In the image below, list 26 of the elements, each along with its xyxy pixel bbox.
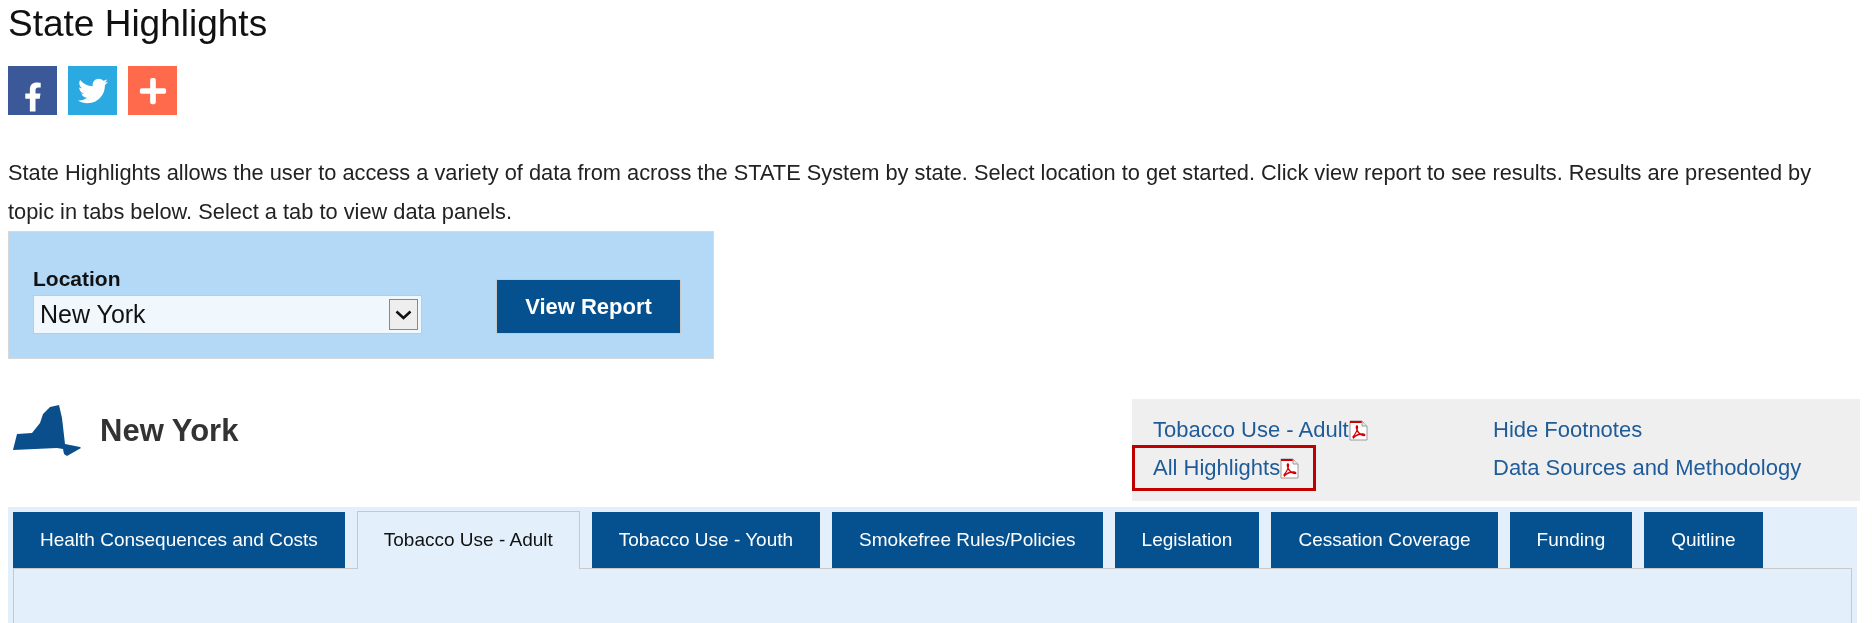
state-name: New York: [100, 413, 239, 449]
pdf-report-link[interactable]: All Highlights: [1153, 455, 1300, 481]
tab[interactable]: Cessation Coverage: [1271, 512, 1498, 568]
intro-paragraph: State Highlights allows the user to access a variety of data from across the STATE System by state. Select location to get started. Click view report to see results. Results are presented by topic in tabs below. Select a tab to view data panels.: [8, 159, 1813, 226]
page-link[interactable]: Data Sources and Methodology: [1493, 455, 1802, 481]
state-map-icon: [13, 405, 81, 457]
tab[interactable]: Legislation: [1114, 512, 1260, 568]
view-report-button[interactable]: View Report: [496, 279, 681, 334]
chevron-down-icon: [389, 299, 418, 330]
location-label: Location: [33, 267, 121, 291]
tab[interactable]: Smokefree Rules/Policies: [832, 512, 1103, 568]
twitter-share-button[interactable]: [68, 66, 117, 115]
location-select[interactable]: New York: [33, 295, 422, 334]
pdf-file-icon: [1280, 457, 1300, 479]
pdf-report-link[interactable]: Tobacco Use - Adult: [1153, 417, 1368, 443]
share-button[interactable]: [128, 66, 177, 115]
tab[interactable]: Tobacco Use - Adult: [356, 511, 580, 569]
page-link[interactable]: Hide Footnotes: [1493, 417, 1643, 443]
tab[interactable]: Quitline: [1644, 512, 1763, 568]
tab[interactable]: Tobacco Use - Youth: [591, 512, 821, 568]
plus-icon: [137, 75, 168, 106]
page-title: State Highlights: [8, 2, 268, 46]
tab[interactable]: Funding: [1509, 512, 1633, 568]
facebook-share-button[interactable]: [8, 66, 57, 115]
tab[interactable]: Health Consequences and Costs: [13, 512, 345, 568]
pdf-file-icon: [1348, 419, 1368, 441]
